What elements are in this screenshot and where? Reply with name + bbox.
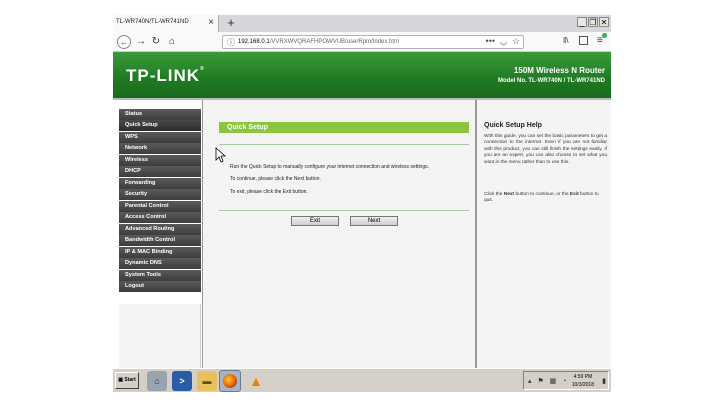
router-page: TP-LINK® 150M Wireless N Router Model No… (113, 52, 611, 368)
vlc-icon[interactable]: ▲ (246, 371, 266, 391)
exit-button[interactable]: Exit (291, 216, 339, 226)
address-bar[interactable]: ⓘ 192.168.0.1/VVRXWVQRAFHPOWVUB/userRpm/… (222, 35, 524, 49)
restore-button[interactable]: ❐ (588, 17, 598, 27)
logo-text: TP-LINK (126, 66, 201, 85)
help-p2-exit: Exit (569, 192, 579, 197)
back-button[interactable]: ← (117, 35, 131, 49)
menu-item-bandwidth-control[interactable]: Bandwidth Control (119, 235, 201, 247)
model-number: Model No. TL-WR740N / TL-WR741ND (497, 78, 605, 84)
menu-item-access-control[interactable]: Access Control (119, 212, 201, 224)
taskbar: ▦ Start ⌂ > ▬ ▲ ▴ ⚑ ▦ ◔ 4:59 PM 10/3/201… (113, 368, 611, 392)
url-text[interactable]: 192.168.0.1/VVRXWVQRAFHPOWVUB/userRpm/In… (238, 39, 399, 45)
menu-item-parental-control[interactable]: Parental Control (119, 200, 201, 212)
show-desktop-button[interactable]: ▮ (602, 377, 606, 385)
reload-icon: ↻ (151, 36, 161, 47)
start-button[interactable]: ▦ Start (115, 372, 139, 389)
router-banner: TP-LINK® 150M Wireless N Router Model No… (113, 52, 611, 98)
product-name: 150M Wireless N Router (513, 66, 605, 75)
menu-item-status[interactable]: Status (119, 109, 201, 120)
firefox-logo (223, 374, 237, 388)
menu-item-security[interactable]: Security (119, 189, 201, 201)
menu-item-ip-mac-binding[interactable]: IP & MAC Binding (119, 246, 201, 258)
help-paragraph-2: Click the Next button to continue, or th… (484, 192, 607, 205)
menu-item-forwarding[interactable]: Forwarding (119, 177, 201, 189)
left-arrow-icon: ← (120, 38, 128, 47)
menu-item-quick-setup[interactable]: Quick Setup (119, 120, 201, 132)
url-path: /VVRXWVQRAFHPOWVUB/userRpm/Index.htm (269, 39, 400, 45)
system-tray: ▴ ⚑ ▦ ◔ 4:59 PM 10/3/2018 ▮ (523, 371, 609, 390)
powershell-icon[interactable]: > (172, 371, 192, 391)
reload-button[interactable]: ↻ (150, 35, 162, 49)
clock[interactable]: 4:59 PM 10/3/2018 (572, 373, 594, 389)
hamburger-menu-icon[interactable]: ≡ (597, 33, 607, 46)
main-content: Quick Setup Run the Quick Setup to manua… (202, 100, 475, 368)
browser-nav-bar: ← → ↻ ⌂ ⓘ 192.168.0.1/VVRXWVQRAFHPOWVUB/… (113, 32, 611, 52)
home-icon: ⌂ (168, 36, 176, 47)
menu-item-wps[interactable]: WPS (119, 131, 201, 143)
tab-close-icon[interactable]: × (208, 17, 214, 29)
quick-setup-description: Run the Quick Setup to manually configur… (230, 164, 429, 170)
folder-icon[interactable]: ▬ (197, 371, 217, 391)
page-actions-button[interactable]: ••• (486, 36, 495, 46)
clock-date: 10/3/2018 (571, 382, 594, 388)
left-menu: Status Quick Setup WPS Network Wireless DHCP F… (119, 109, 201, 368)
right-arrow-icon: → (136, 36, 146, 47)
new-tab-button[interactable]: + (224, 16, 238, 30)
help-p2-next: Next (503, 192, 515, 197)
update-dot (602, 33, 607, 38)
desktop-screen: TL-WR740N/TL-WR741ND × + _ ❐ ✕ ← → ↻ ⌂ ⓘ… (113, 15, 611, 392)
library-icon[interactable]: ‖\ (563, 36, 569, 45)
star-icon[interactable]: ☆ (512, 36, 520, 47)
url-host: 192.168.0.1 (238, 39, 270, 45)
menu-filler (119, 304, 201, 368)
minimize-button[interactable]: _ (577, 17, 587, 27)
menu-list: Status Quick Setup WPS Network Wireless DHCP F… (119, 109, 201, 293)
forward-button[interactable]: → (135, 35, 147, 49)
menu-item-network[interactable]: Network (119, 143, 201, 155)
windows-icon: ▦ (118, 377, 123, 383)
divider-top (219, 144, 469, 145)
menu-item-dhcp[interactable]: DHCP (119, 166, 201, 178)
menu-item-wireless[interactable]: Wireless (119, 154, 201, 166)
divider-bottom (219, 210, 469, 211)
tp-link-logo: TP-LINK® (126, 66, 205, 86)
firefox-icon[interactable] (219, 370, 241, 392)
browser-tab-bar: TL-WR740N/TL-WR741ND × + _ ❐ ✕ (113, 15, 611, 32)
menu-item-system-tools[interactable]: System Tools (119, 269, 201, 281)
close-window-button[interactable]: ✕ (599, 17, 609, 27)
help-p2-prefix: Click the (484, 192, 504, 197)
info-icon[interactable]: ⓘ (227, 37, 235, 48)
pocket-icon[interactable]: ◡ (500, 37, 507, 46)
home-button[interactable]: ⌂ (166, 35, 178, 49)
mouse-cursor-icon (215, 147, 227, 163)
help-title: Quick Setup Help (484, 122, 542, 129)
tab-title: TL-WR740N/TL-WR741ND (116, 19, 189, 25)
network-icon[interactable]: ⌂ (147, 371, 167, 391)
help-paragraph-1: With this guide, you can set the basic p… (484, 134, 607, 165)
logo-mark: ® (200, 66, 205, 72)
menu-item-advanced-routing[interactable]: Advanced Routing (119, 223, 201, 235)
clock-time: 4:59 PM (573, 374, 593, 380)
next-button[interactable]: Next (350, 216, 398, 226)
help-panel: Quick Setup Help With this guide, you ca… (475, 100, 611, 368)
browser-tab[interactable]: TL-WR740N/TL-WR741ND × (113, 15, 219, 32)
quick-setup-exit-text: To exit, please click the Exit button. (230, 189, 308, 195)
quick-setup-header: Quick Setup (219, 122, 469, 133)
window-controls: _ ❐ ✕ (577, 17, 609, 27)
quick-setup-continue-text: To continue, please click the Next butto… (230, 176, 321, 182)
help-p2-mid: button to continue, or the (514, 192, 570, 197)
menu-item-dynamic-dns[interactable]: Dynamic DNS (119, 258, 201, 270)
sidebar-icon[interactable] (579, 36, 588, 45)
tray-icons[interactable]: ▴ ⚑ ▦ ◔ (528, 377, 568, 385)
menu-item-logout[interactable]: Logout (119, 281, 201, 293)
start-label: Start (124, 377, 136, 383)
